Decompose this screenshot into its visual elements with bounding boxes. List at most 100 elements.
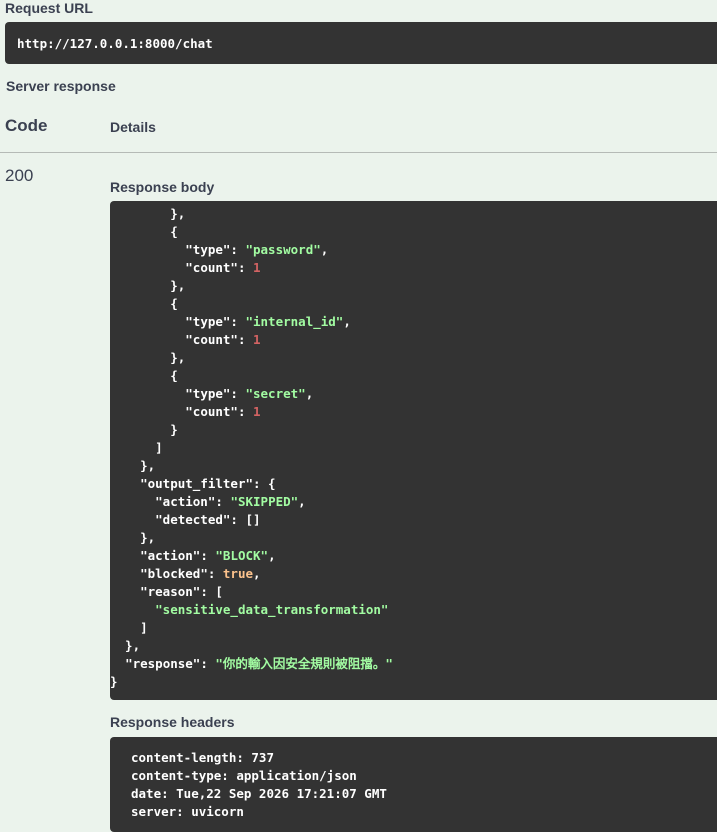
code-token: : { [253, 476, 276, 491]
code-token: , [268, 548, 276, 563]
code-line: "action": "SKIPPED", [110, 493, 717, 511]
code-line: "count": 1 [110, 259, 717, 277]
code-token: 1 [253, 404, 261, 419]
code-line: } [110, 673, 717, 691]
code-token: 1 [253, 260, 261, 275]
code-token: : [ [200, 584, 223, 599]
code-token: "action" [140, 548, 201, 563]
code-token: "reason" [140, 584, 201, 599]
code-line: }, [110, 529, 717, 547]
code-line: }, [110, 205, 717, 223]
code-line: { [110, 367, 717, 385]
code-token: { [110, 296, 178, 311]
code-line: ] [110, 619, 717, 637]
code-line: "blocked": true, [110, 565, 717, 583]
code-token: : [] [230, 512, 261, 527]
code-token: : [237, 404, 254, 419]
code-line: { [110, 295, 717, 313]
code-token: , [343, 314, 351, 329]
code-token: "action" [155, 494, 216, 509]
column-header-details: Details [110, 119, 156, 135]
code-token: "BLOCK" [215, 548, 269, 563]
code-token: : [230, 386, 246, 401]
code-line: "response": "你的輸入因安全規則被阻擋。" [110, 655, 717, 673]
request-url-label: Request URL [5, 0, 93, 16]
code-token: "type" [185, 242, 231, 257]
code-token: "detected" [155, 512, 231, 527]
response-body-code[interactable]: }, { "type": "password", "count": 1 }, {… [110, 201, 717, 700]
code-line: ] [110, 439, 717, 457]
code-token: , [253, 566, 261, 581]
code-token: , [320, 242, 329, 257]
code-line: "count": 1 [110, 331, 717, 349]
request-url-box[interactable]: http://127.0.0.1:8000/chat [5, 22, 717, 64]
code-line: "output_filter": { [110, 475, 717, 493]
request-url-value[interactable]: http://127.0.0.1:8000/chat [17, 36, 213, 51]
code-token: "count" [185, 332, 238, 347]
code-token: }, [110, 458, 156, 473]
header-line: server: uvicorn [131, 804, 244, 819]
code-token: : [200, 548, 216, 563]
code-line: "detected": [] [110, 511, 717, 529]
code-token: ] [110, 620, 148, 635]
server-response-label: Server response [6, 78, 116, 94]
code-token: } [110, 422, 178, 437]
code-token: : [230, 242, 246, 257]
code-token: : [215, 494, 231, 509]
code-token: , [305, 386, 314, 401]
code-token: }, [110, 206, 186, 221]
code-token: true [222, 566, 254, 581]
code-token: "blocked" [140, 566, 208, 581]
code-line: "count": 1 [110, 403, 717, 421]
code-token: "SKIPPED" [230, 494, 299, 509]
response-status-code: 200 [5, 166, 34, 185]
code-token: "output_filter" [140, 476, 253, 491]
code-line: { [110, 223, 717, 241]
code-token: "你的輸入因安全規則被阻擋。" [215, 656, 393, 671]
code-token: : [230, 314, 246, 329]
code-token: ] [110, 440, 163, 455]
code-line: }, [110, 457, 717, 475]
code-token: , [298, 494, 306, 509]
header-line: content-type: application/json [131, 768, 357, 783]
code-token: }, [110, 530, 156, 545]
code-line: "type": "internal_id", [110, 313, 717, 331]
code-line: "action": "BLOCK", [110, 547, 717, 565]
code-token: 1 [253, 332, 261, 347]
code-line: }, [110, 277, 717, 295]
header-line: date: Tue,22 Sep 2026 17:21:07 GMT [131, 786, 387, 801]
code-token: : [200, 656, 216, 671]
code-token: { [110, 224, 178, 239]
code-line: }, [110, 637, 717, 655]
code-line: "type": "secret", [110, 385, 717, 403]
header-line: content-length: 737 [131, 750, 274, 765]
code-line: "sensitive_data_transformation" [110, 601, 717, 619]
code-token: "secret" [245, 386, 306, 401]
code-line: "reason": [ [110, 583, 717, 601]
response-headers-label: Response headers [110, 714, 235, 730]
code-token: }, [110, 638, 141, 653]
code-token: "internal_id" [245, 314, 344, 329]
code-token: }, [110, 350, 186, 365]
code-token: : [237, 260, 254, 275]
code-token: "sensitive_data_transformation" [155, 602, 389, 617]
response-body-label: Response body [110, 179, 215, 195]
code-token: "count" [185, 260, 238, 275]
column-header-code: Code [5, 116, 48, 135]
table-header-divider [0, 152, 717, 153]
response-headers-code[interactable]: content-length: 737 content-type: applica… [110, 737, 717, 832]
code-token: } [110, 674, 118, 689]
code-token: { [110, 368, 178, 383]
code-line: }, [110, 349, 717, 367]
